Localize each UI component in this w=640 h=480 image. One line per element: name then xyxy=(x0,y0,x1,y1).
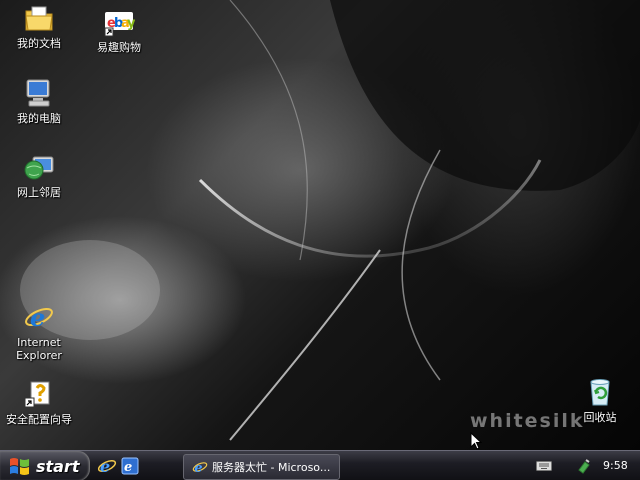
svg-text:y: y xyxy=(127,16,135,31)
internet-explorer-icon: e xyxy=(192,461,208,475)
keyboard-icon[interactable] xyxy=(536,460,552,472)
desktop-icon-label: 安全配置向导 xyxy=(6,413,72,426)
svg-text:e: e xyxy=(30,303,45,332)
start-button[interactable]: start xyxy=(0,451,90,480)
internet-explorer-alt-icon[interactable]: e xyxy=(120,456,140,476)
desktop-icon-internet-explorer[interactable]: e Internet Explorer xyxy=(1,301,77,362)
windows-logo-icon xyxy=(10,458,29,475)
desktop-icon-label: 回收站 xyxy=(583,411,617,424)
start-label: start xyxy=(36,456,80,476)
safely-remove-hardware-icon[interactable] xyxy=(576,458,592,474)
computer-icon xyxy=(26,79,50,107)
desktop-icon-security-wizard[interactable]: 安全配置向导 xyxy=(1,378,77,426)
svg-text:e: e xyxy=(100,457,110,476)
desktop-icon-label: 我的文档 xyxy=(17,37,61,50)
svg-text:e: e xyxy=(124,460,132,475)
taskbar-window-button[interactable]: e 服务器太忙 - Microso... xyxy=(183,454,340,480)
security-wizard-shortcut-icon xyxy=(24,381,50,408)
desktop-icon-label: 网上邻居 xyxy=(17,186,61,199)
desktop-icon-my-documents[interactable]: 我的文档 xyxy=(1,2,77,50)
desktop-icon-label: 我的电脑 xyxy=(17,112,61,125)
desktop-icon-ebay-shopping[interactable]: e b a y 易趣购物 xyxy=(81,6,157,54)
network-globe-icon xyxy=(24,156,54,180)
recycle-bin-icon xyxy=(590,379,610,406)
svg-text:e: e xyxy=(194,461,202,475)
ebay-shortcut-icon: e b a y xyxy=(104,12,135,37)
desktop-icon-label: Internet Explorer xyxy=(16,336,62,362)
desktop-icon-network-places[interactable]: 网上邻居 xyxy=(1,151,77,199)
folder-documents-icon xyxy=(25,6,53,31)
taskbar: start e e e 服务器太忙 - Microso... 9:58 xyxy=(0,450,640,480)
desktop-icon-my-computer[interactable]: 我的电脑 xyxy=(1,77,77,125)
internet-explorer-icon[interactable]: e xyxy=(97,456,117,476)
desktop-icon-recycle-bin[interactable]: 回收站 xyxy=(562,376,638,424)
taskbar-clock[interactable]: 9:58 xyxy=(603,459,628,472)
taskbar-window-label: 服务器太忙 - Microso... xyxy=(212,461,331,474)
mouse-pointer-icon xyxy=(470,432,482,450)
wallpaper-swirl xyxy=(20,0,640,441)
internet-explorer-icon: e xyxy=(25,303,53,332)
desktop-icon-label: 易趣购物 xyxy=(97,41,141,54)
desktop: whitesilk 我的文档 e b a y 易趣购物 我的电脑 网上邻居 e … xyxy=(0,0,640,450)
